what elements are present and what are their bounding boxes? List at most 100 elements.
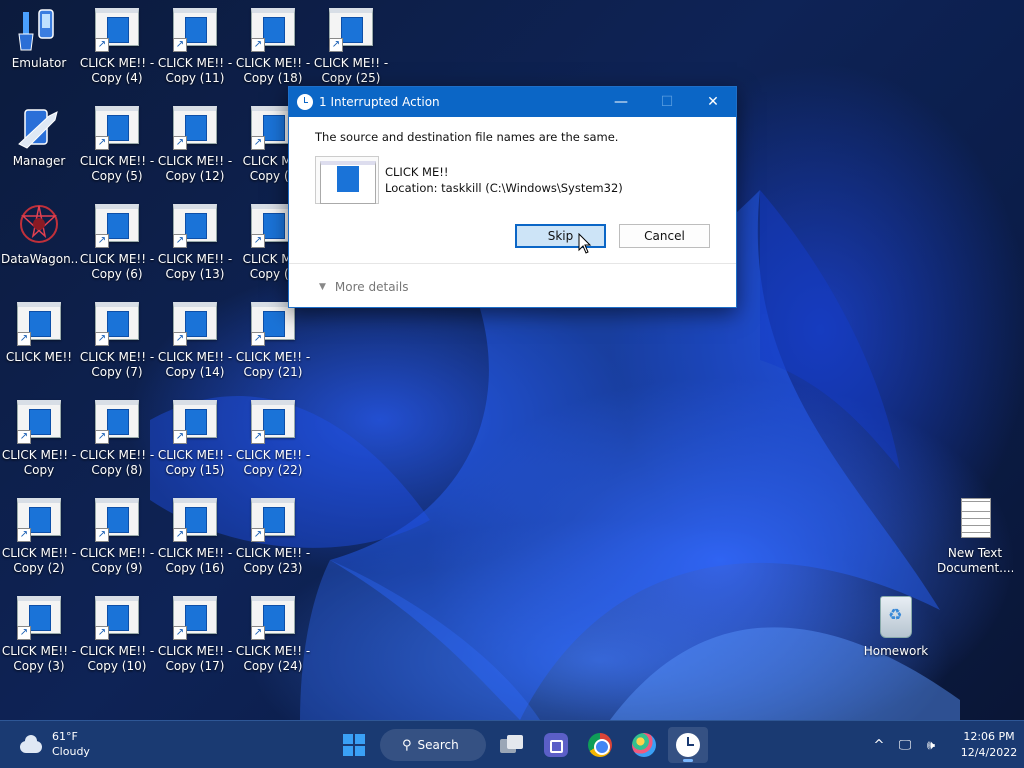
interrupted-action-dialog: 1 Interrupted Action — ☐ ✕ The source an… — [288, 86, 737, 308]
search-label: Search — [417, 738, 459, 752]
emulator-icon — [15, 6, 63, 54]
chrome-button[interactable] — [580, 727, 620, 763]
icon-label: CLICK ME!! - Copy (13) — [157, 252, 233, 281]
desktop-icon-click-me-copy-3[interactable]: ↗ CLICK ME!! - Copy (3) — [1, 594, 77, 690]
icon-label: New Text Document.... — [937, 546, 1013, 575]
search-icon: ⚲ — [402, 737, 412, 753]
desktop-icon-click-me-copy-2[interactable]: ↗ CLICK ME!! - Copy (2) — [1, 496, 77, 592]
taskbar: 61°F Cloudy ⚲ Search ^ 🖵 🕪 12:06 PM 12/4… — [0, 720, 1024, 768]
paint-palette-icon — [632, 733, 656, 757]
more-details-label: More details — [334, 280, 409, 294]
window-shortcut-icon: ↗ — [171, 398, 219, 446]
desktop-icon-datawagon[interactable]: DataWagon... — [1, 202, 77, 298]
desktop-icon-click-me-copy-17[interactable]: ↗ CLICK ME!! - Copy (17) — [157, 594, 233, 690]
desktop-icon-click-me[interactable]: ↗ CLICK ME!! — [1, 300, 77, 396]
clock-time: 12:06 PM — [963, 730, 1015, 743]
desktop-icon-click-me-copy-16[interactable]: ↗ CLICK ME!! - Copy (16) — [157, 496, 233, 592]
window-shortcut-icon: ↗ — [93, 594, 141, 642]
weather-description: Cloudy — [52, 745, 90, 758]
desktop-icon-click-me-copy-22[interactable]: ↗ CLICK ME!! - Copy (22) — [235, 398, 311, 494]
window-shortcut-icon: ↗ — [15, 594, 63, 642]
icon-label: CLICK ME!! - Copy (14) — [157, 350, 233, 379]
window-shortcut-icon: ↗ — [249, 6, 297, 54]
mouse-pointer-icon — [578, 233, 592, 254]
desktop-icon-click-me-copy-11[interactable]: ↗ CLICK ME!! - Copy (11) — [157, 6, 233, 102]
start-button[interactable] — [334, 727, 374, 763]
icon-label: CLICK ME!! - Copy (25) — [313, 56, 389, 85]
file-info-row: CLICK ME!! Location: taskkill (C:\Window… — [315, 156, 710, 204]
window-shortcut-icon: ↗ — [93, 202, 141, 250]
desktop-icon-click-me-copy-21[interactable]: ↗ CLICK ME!! - Copy (21) — [235, 300, 311, 396]
desktop-icon-click-me-copy[interactable]: ↗ CLICK ME!! - Copy — [1, 398, 77, 494]
taskbar-search[interactable]: ⚲ Search — [380, 729, 486, 761]
icon-label: CLICK ME!! - Copy (6) — [79, 252, 155, 281]
window-shortcut-icon: ↗ — [171, 300, 219, 348]
icon-label: CLICK ME!! - Copy (2) — [1, 546, 77, 575]
desktop-icon-click-me-copy-7[interactable]: ↗ CLICK ME!! - Copy (7) — [79, 300, 155, 396]
desktop-icon-click-me-copy-10[interactable]: ↗ CLICK ME!! - Copy (10) — [79, 594, 155, 690]
wrench-icon — [15, 104, 63, 152]
datawagon-icon — [15, 202, 63, 250]
recycle-bin-icon — [872, 594, 920, 642]
window-shortcut-icon: ↗ — [15, 300, 63, 348]
window-shortcut-icon: ↗ — [93, 398, 141, 446]
desktop-icon-click-me-copy-5[interactable]: ↗ CLICK ME!! - Copy (5) — [79, 104, 155, 200]
chevron-up-icon[interactable]: ^ — [866, 738, 892, 753]
desktop-icon-click-me-copy-9[interactable]: ↗ CLICK ME!! - Copy (9) — [79, 496, 155, 592]
desktop-icon-click-me-copy-15[interactable]: ↗ CLICK ME!! - Copy (15) — [157, 398, 233, 494]
desktop-icon-click-me-copy-4[interactable]: ↗ CLICK ME!! - Copy (4) — [79, 6, 155, 102]
clock-datetime[interactable]: 12:06 PM 12/4/2022 — [952, 729, 1024, 761]
volume-icon[interactable]: 🕪 — [918, 738, 944, 753]
desktop-icon-click-me-copy-13[interactable]: ↗ CLICK ME!! - Copy (13) — [157, 202, 233, 298]
icon-label: CLICK ME!! - Copy (3) — [1, 644, 77, 673]
icon-label: CLICK ME!! - Copy (8) — [79, 448, 155, 477]
desktop-icon-click-me-copy-6[interactable]: ↗ CLICK ME!! - Copy (6) — [79, 202, 155, 298]
more-details-toggle[interactable]: ▼ More details — [319, 280, 408, 294]
file-name: CLICK ME!! — [385, 165, 449, 179]
task-view-button[interactable] — [492, 727, 532, 763]
window-shortcut-icon: ↗ — [93, 300, 141, 348]
icon-label: CLICK ME!! - Copy (17) — [157, 644, 233, 673]
icon-label: CLICK ME!! - Copy (9) — [79, 546, 155, 575]
windows-logo-icon — [343, 734, 365, 756]
skip-button[interactable]: Skip — [515, 224, 606, 248]
clock-date: 12/4/2022 — [960, 746, 1018, 759]
window-shortcut-icon: ↗ — [249, 594, 297, 642]
cloud-icon — [16, 735, 44, 753]
desktop-icon-new-text-document[interactable]: New Text Document.... — [937, 496, 1013, 592]
desktop-icon-homework[interactable]: Homework — [858, 594, 934, 690]
desktop-icon-click-me-copy-14[interactable]: ↗ CLICK ME!! - Copy (14) — [157, 300, 233, 396]
weather-widget[interactable]: 61°F Cloudy — [16, 729, 90, 759]
window-shortcut-icon: ↗ — [93, 104, 141, 152]
paint-button[interactable] — [624, 727, 664, 763]
desktop-icon-click-me-copy-8[interactable]: ↗ CLICK ME!! - Copy (8) — [79, 398, 155, 494]
meet-button[interactable] — [536, 727, 576, 763]
system-tray: ^ 🖵 🕪 12:06 PM 12/4/2022 — [866, 721, 1024, 768]
dialog-titlebar[interactable]: 1 Interrupted Action — ☐ ✕ — [289, 87, 736, 117]
icon-label: CLICK ME!! - Copy (24) — [235, 644, 311, 673]
desktop-icon-emulator[interactable]: Emulator — [1, 6, 77, 102]
network-icon[interactable]: 🖵 — [892, 738, 918, 753]
minimize-button[interactable]: — — [598, 87, 644, 117]
icon-label: CLICK ME!! - Copy (23) — [235, 546, 311, 575]
weather-temperature: 61°F — [52, 730, 78, 743]
window-shortcut-icon: ↗ — [171, 104, 219, 152]
window-shortcut-icon: ↗ — [249, 496, 297, 544]
window-shortcut-icon: ↗ — [15, 398, 63, 446]
desktop-icon-click-me-copy-12[interactable]: ↗ CLICK ME!! - Copy (12) — [157, 104, 233, 200]
dialog-message: The source and destination file names ar… — [315, 130, 619, 144]
text-document-icon — [951, 496, 999, 544]
desktop-icon-click-me-copy-24[interactable]: ↗ CLICK ME!! - Copy (24) — [235, 594, 311, 690]
chrome-icon — [588, 733, 612, 757]
icon-label: CLICK ME!! - Copy (18) — [235, 56, 311, 85]
desktop-icon-manager[interactable]: Manager — [1, 104, 77, 200]
task-view-icon — [500, 735, 524, 755]
icon-label: CLICK ME!! - Copy (10) — [79, 644, 155, 673]
cancel-button[interactable]: Cancel — [619, 224, 710, 248]
clock-app-button[interactable] — [668, 727, 708, 763]
dialog-title: 1 Interrupted Action — [319, 95, 440, 109]
close-button[interactable]: ✕ — [690, 87, 736, 117]
icon-label: CLICK ME!! - Copy — [1, 448, 77, 477]
desktop-icon-click-me-copy-23[interactable]: ↗ CLICK ME!! - Copy (23) — [235, 496, 311, 592]
icon-label: Emulator — [11, 56, 67, 70]
